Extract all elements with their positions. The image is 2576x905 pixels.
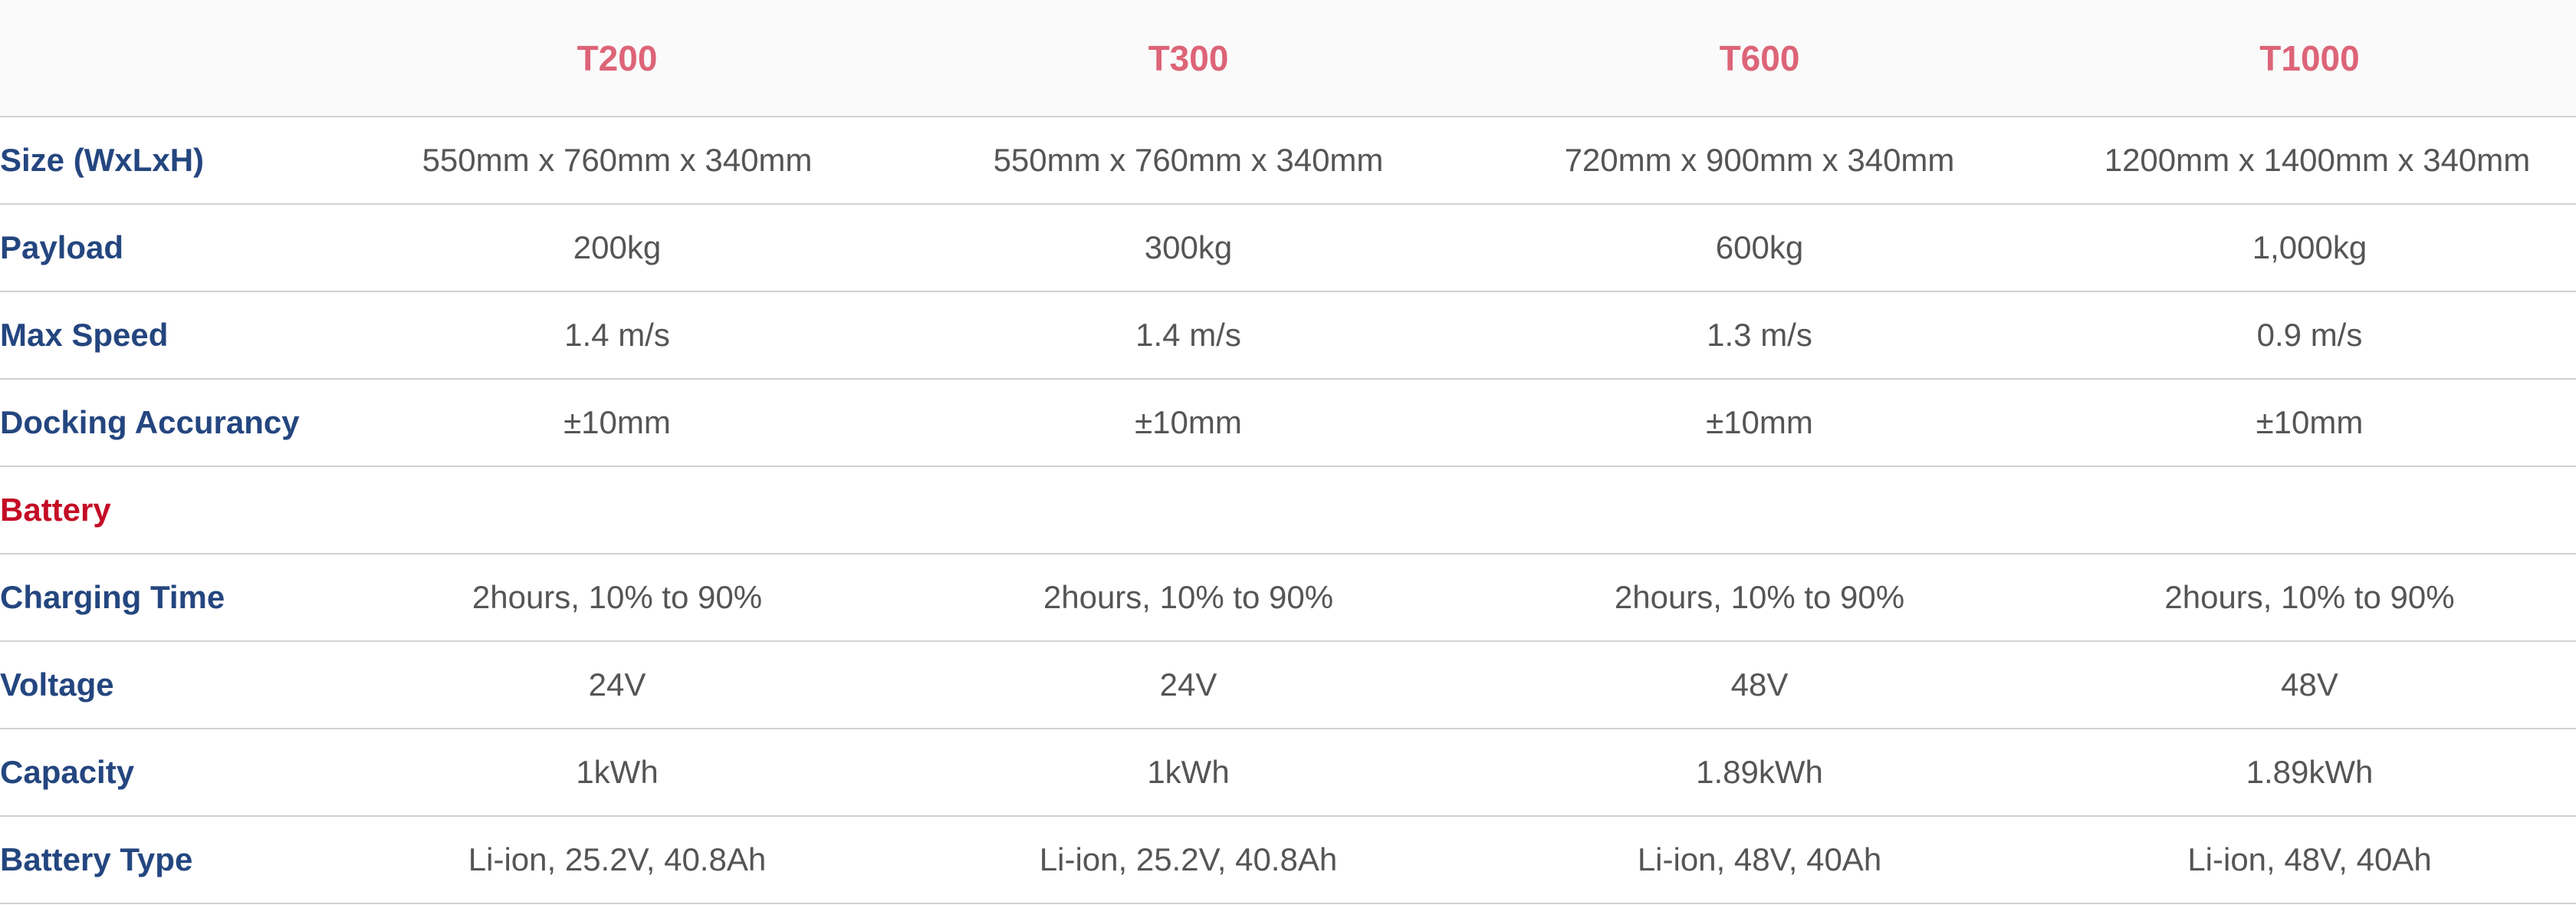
table-cell: ±10mm [1476,379,2043,467]
row-label: Docking Accurancy [0,379,334,467]
table-cell: 1.3 m/s [1476,291,2043,380]
table-cell: 1.4 m/s [334,291,901,380]
model-header-t600: T600 [1476,0,2043,117]
section-label: Battery [0,466,334,555]
table-cell: 550mm x 760mm x 340mm [901,117,1476,205]
table-row-capacity: Capacity 1kWh 1kWh 1.89kWh 1.89kWh [0,729,2576,817]
table-cell-empty [901,466,1476,555]
table-cell: 1.89kWh [1476,729,2043,817]
row-label: Voltage [0,641,334,729]
table-cell: 48V [2043,641,2576,729]
table-cell-empty [334,466,901,555]
table-cell-text: 1200mm x 1400mm x 340mm [2104,142,2531,178]
table-cell: ±10mm [2043,379,2576,467]
table-cell: Li-ion, 25.2V, 40.8Ah [901,816,1476,904]
row-label: Capacity [0,729,334,817]
row-label: Payload [0,204,334,292]
table-cell-empty [1476,466,2043,555]
table-cell: 1.4 m/s [901,291,1476,380]
model-header-t1000: T1000 [2043,0,2576,117]
table-row-battery-type: Battery Type Li-ion, 25.2V, 40.8Ah Li-io… [0,816,2576,904]
table-row-max-speed: Max Speed 1.4 m/s 1.4 m/s 1.3 m/s 0.9 m/… [0,291,2576,380]
table-cell: 550mm x 760mm x 340mm [334,117,901,205]
table-cell: 1kWh [901,729,1476,817]
spec-comparison-table: T200 T300 T600 T1000 Size (WxLxH) 550mm … [0,0,2576,904]
table-cell: 200kg [334,204,901,292]
table-cell: 1200mm x 1400mm x 340mm [2043,117,2576,205]
table-cell: 300kg [901,204,1476,292]
table-cell: ±10mm [334,379,901,467]
model-header-t300: T300 [901,0,1476,117]
table-cell: 24V [901,641,1476,729]
table-cell: 720mm x 900mm x 340mm [1476,117,2043,205]
row-label: Charging Time [0,554,334,642]
table-cell: 24V [334,641,901,729]
row-label: Battery Type [0,816,334,904]
row-label: Size (WxLxH) [0,117,334,205]
table-row-docking-accuracy: Docking Accurancy ±10mm ±10mm ±10mm ±10m… [0,379,2576,467]
row-label: Max Speed [0,291,334,380]
table-section-row-battery: Battery [0,466,2576,555]
table-cell: Li-ion, 48V, 40Ah [1476,816,2043,904]
table-cell-empty [2043,466,2576,555]
table-cell: 2hours, 10% to 90% [334,554,901,642]
model-header-t200: T200 [334,0,901,117]
table-row-size: Size (WxLxH) 550mm x 760mm x 340mm 550mm… [0,117,2576,205]
table-row-voltage: Voltage 24V 24V 48V 48V [0,641,2576,729]
table-cell: Li-ion, 48V, 40Ah [2043,816,2576,904]
table-cell: ±10mm [901,379,1476,467]
table-header-row: T200 T300 T600 T1000 [0,0,2576,117]
header-empty-cell [0,0,334,117]
table-cell: 2hours, 10% to 90% [2043,554,2576,642]
table-cell: 600kg [1476,204,2043,292]
table-cell: 0.9 m/s [2043,291,2576,380]
table-cell: 1.89kWh [2043,729,2576,817]
table-row-payload: Payload 200kg 300kg 600kg 1,000kg [0,204,2576,292]
table-row-charging-time: Charging Time 2hours, 10% to 90% 2hours,… [0,554,2576,642]
table-cell: 2hours, 10% to 90% [901,554,1476,642]
table-cell: 48V [1476,641,2043,729]
table-cell: 1,000kg [2043,204,2576,292]
table-cell: 2hours, 10% to 90% [1476,554,2043,642]
table-cell: 1kWh [334,729,901,817]
table-cell: Li-ion, 25.2V, 40.8Ah [334,816,901,904]
